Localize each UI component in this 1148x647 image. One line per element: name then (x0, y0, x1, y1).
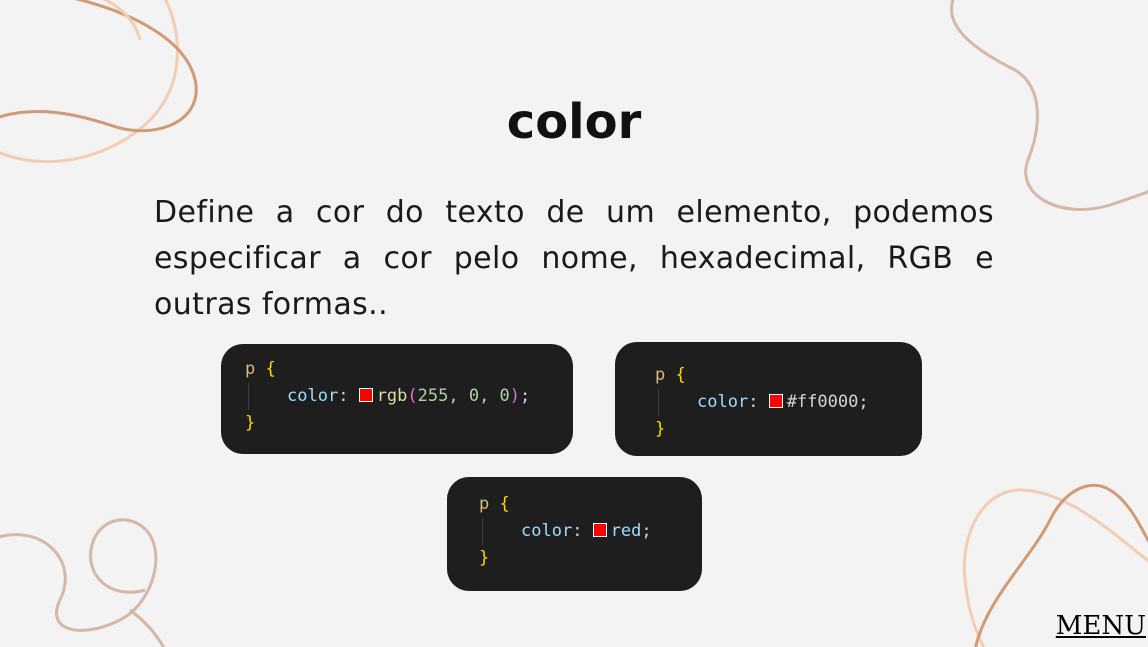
css-function-arguments: 255, 0, 0 (417, 386, 510, 406)
menu-link[interactable]: MENU (1056, 611, 1146, 641)
open-brace: { (675, 365, 686, 385)
code-line-close: } (245, 410, 573, 437)
code-line-selector: p { (245, 356, 573, 383)
css-value: #ff0000 (786, 392, 859, 412)
decor-curve-top-left-peach-2 (102, 0, 142, 41)
page-title: color (506, 94, 642, 150)
colon: : (338, 386, 349, 406)
code-line-close: } (479, 545, 702, 572)
semicolon: ; (858, 392, 869, 412)
close-paren: ) (509, 386, 521, 406)
close-brace: } (245, 413, 256, 433)
color-swatch-icon (592, 523, 607, 537)
open-brace: { (499, 494, 510, 514)
css-function-name: rgb (376, 386, 408, 406)
code-example-name: p { color: red; } (447, 477, 702, 591)
decor-curve-bottom-left (0, 518, 158, 632)
code-line-declaration: color: red; (479, 518, 702, 545)
close-brace: } (479, 548, 490, 568)
css-property: color (287, 386, 339, 406)
close-brace: } (655, 419, 666, 439)
color-swatch-icon (358, 388, 373, 402)
semicolon: ; (520, 386, 531, 406)
css-value: red (610, 521, 642, 541)
css-property: color (521, 521, 573, 541)
semicolon: ; (641, 521, 652, 541)
css-property: color (697, 392, 749, 412)
colon: : (572, 521, 583, 541)
css-selector: p (245, 359, 256, 379)
css-selector: p (655, 365, 666, 385)
code-example-hex: p { color: #ff0000; } (615, 342, 922, 456)
code-line-declaration: color: #ff0000; (655, 389, 922, 416)
code-example-rgb: p { color: rgb(255, 0, 0); } (221, 344, 573, 454)
decor-curve-bottom-left-2 (129, 608, 166, 647)
code-line-close: } (655, 416, 922, 443)
code-line-declaration: color: rgb(255, 0, 0); (245, 383, 573, 410)
color-swatch-icon (768, 394, 783, 408)
open-brace: { (265, 359, 276, 379)
css-selector: p (479, 494, 490, 514)
code-line-selector: p { (655, 362, 922, 389)
open-paren: ( (407, 386, 418, 406)
colon: : (748, 392, 759, 412)
code-line-selector: p { (479, 491, 702, 518)
page-description: Define a cor do texto de um elemento, po… (154, 195, 994, 322)
